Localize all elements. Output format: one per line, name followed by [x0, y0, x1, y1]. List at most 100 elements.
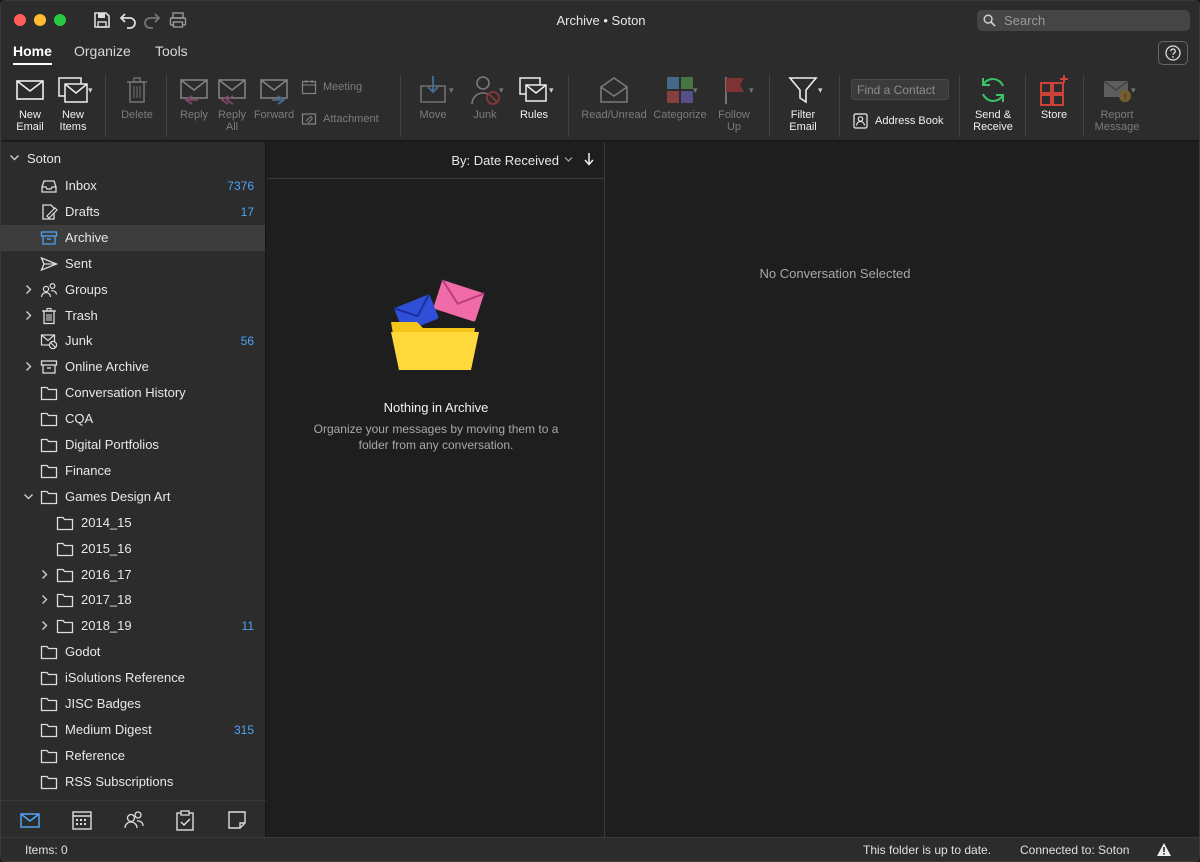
chevron-right-icon[interactable]: [39, 569, 50, 580]
help-button[interactable]: [1158, 41, 1188, 65]
folder-item-online-archive[interactable]: Online Archive: [1, 354, 265, 380]
reply-button[interactable]: Reply: [176, 73, 212, 121]
notes-icon[interactable]: [226, 809, 248, 831]
new-email-button[interactable]: New Email: [11, 73, 49, 133]
junk-button[interactable]: Junk: [465, 73, 505, 121]
report-message-button[interactable]: ! Report Message: [1091, 73, 1143, 133]
chevron-right-icon[interactable]: [23, 284, 34, 295]
delete-button[interactable]: Delete: [117, 73, 157, 121]
folder-item-isolutions-reference[interactable]: iSolutions Reference: [1, 665, 265, 691]
minimize-window-button[interactable]: [34, 14, 46, 26]
folder-item-finance[interactable]: Finance: [1, 458, 265, 484]
tab-home[interactable]: Home: [13, 43, 52, 65]
print-icon[interactable]: [169, 11, 187, 29]
folder-item-cqa[interactable]: CQA: [1, 406, 265, 432]
categorize-dropdown-icon[interactable]: ▾: [693, 85, 698, 96]
folder-name: JISC Badges: [65, 696, 141, 711]
undo-icon[interactable]: [119, 11, 137, 29]
new-items-button[interactable]: New Items: [53, 73, 93, 133]
folder-item-drafts[interactable]: Drafts 17: [1, 199, 265, 225]
ribbon: New Email New Items ▾ Delete Reply Reply…: [1, 67, 1199, 141]
report-message-label: Report Message: [1094, 109, 1140, 133]
reply-all-button[interactable]: Reply All: [214, 73, 250, 133]
tab-tools[interactable]: Tools: [155, 43, 188, 59]
chevron-down-icon[interactable]: [23, 491, 34, 502]
folder-item-groups[interactable]: Groups: [1, 277, 265, 303]
chevron-right-icon[interactable]: [39, 620, 50, 631]
junk-dropdown-icon[interactable]: ▾: [499, 85, 504, 96]
send-receive-button[interactable]: Send & Receive: [969, 73, 1017, 133]
folder-item-trash[interactable]: Trash: [1, 303, 265, 329]
warning-icon[interactable]: [1156, 842, 1172, 857]
chevron-down-icon[interactable]: [564, 155, 573, 164]
empty-state-title: Nothing in Archive: [383, 400, 489, 415]
tab-organize[interactable]: Organize: [74, 43, 131, 59]
folder-item-godot[interactable]: Godot: [1, 639, 265, 665]
folder-icon: [56, 514, 74, 532]
reply-all-icon: [215, 73, 249, 107]
store-button[interactable]: Store: [1035, 73, 1073, 121]
folder-item-games-design-art[interactable]: Games Design Art: [1, 484, 265, 510]
chevron-right-icon[interactable]: [39, 594, 50, 605]
folder-item-medium-digest[interactable]: Medium Digest 315: [1, 717, 265, 743]
folder-item-inbox[interactable]: Inbox 7376: [1, 173, 265, 199]
folder-item-2015-16[interactable]: 2015_16: [1, 536, 265, 562]
meeting-button[interactable]: Meeting: [301, 79, 362, 95]
read-unread-button[interactable]: Read/Unread: [579, 73, 649, 121]
address-book-button[interactable]: Address Book: [853, 113, 943, 129]
report-message-dropdown-icon[interactable]: ▾: [1131, 85, 1136, 96]
chevron-right-icon[interactable]: [23, 310, 34, 321]
redo-icon[interactable]: [143, 11, 161, 29]
chevron-down-icon[interactable]: [9, 152, 20, 163]
folder-icon: [40, 695, 58, 713]
folder-icon: [40, 669, 58, 687]
folder-item-archive[interactable]: Archive: [1, 224, 265, 251]
rules-dropdown-icon[interactable]: ▾: [549, 85, 554, 96]
folder-icon: [40, 721, 58, 739]
calendar-icon[interactable]: [71, 809, 93, 831]
find-contact-input[interactable]: [851, 79, 949, 100]
maximize-window-button[interactable]: [54, 14, 66, 26]
meeting-label: Meeting: [323, 81, 363, 93]
store-label: Store: [1040, 109, 1068, 121]
forward-button[interactable]: Forward: [253, 73, 295, 121]
chevron-right-icon[interactable]: [23, 361, 34, 372]
move-button[interactable]: Move: [413, 73, 453, 121]
folder-item-junk[interactable]: Junk 56: [1, 328, 265, 354]
title-bar: Archive • Soton: [1, 1, 1199, 39]
search-input[interactable]: [1004, 13, 1174, 28]
close-window-button[interactable]: [14, 14, 26, 26]
unread-count: 11: [241, 619, 254, 634]
folder-item-2017-18[interactable]: 2017_18: [1, 587, 265, 613]
folder-item-digital-portfolios[interactable]: Digital Portfolios: [1, 432, 265, 458]
categorize-button[interactable]: Categorize: [651, 73, 709, 121]
attachment-button[interactable]: Attachment: [301, 111, 379, 127]
folder-name: RSS Subscriptions: [65, 773, 174, 789]
folder-item-2014-15[interactable]: 2014_15: [1, 510, 265, 536]
folder-item-conversation-history[interactable]: Conversation History: [1, 380, 265, 406]
categorize-icon: [663, 73, 697, 107]
folder-item-rss-subscriptions[interactable]: RSS Subscriptions: [1, 769, 265, 795]
folder-item-jisc-badges[interactable]: JISC Badges: [1, 691, 265, 717]
folder-item-sent[interactable]: Sent: [1, 251, 265, 277]
search-box[interactable]: [977, 10, 1190, 31]
folder-item-2018-19[interactable]: 2018_19 11: [1, 613, 265, 639]
filter-email-button[interactable]: Filter Email: [781, 73, 825, 133]
archive-icon: [40, 358, 58, 376]
envelope-icon: [13, 73, 47, 107]
follow-up-dropdown-icon[interactable]: ▾: [749, 85, 754, 96]
sort-direction-icon[interactable]: [583, 152, 595, 166]
follow-up-button[interactable]: Follow Up: [714, 73, 754, 133]
folder-item-reference[interactable]: Reference: [1, 743, 265, 769]
folder-item-2016-17[interactable]: 2016_17: [1, 562, 265, 588]
rules-button[interactable]: Rules: [513, 73, 555, 121]
empty-state-description: Organize your messages by moving them to…: [313, 422, 559, 452]
tasks-icon[interactable]: [174, 809, 196, 831]
save-icon[interactable]: [93, 11, 111, 29]
sort-by-dropdown[interactable]: By: Date Received: [451, 153, 559, 168]
mail-icon[interactable]: [19, 809, 41, 831]
filter-email-dropdown-icon[interactable]: ▾: [818, 85, 823, 96]
move-dropdown-icon[interactable]: ▾: [449, 85, 454, 96]
new-items-dropdown-icon[interactable]: ▾: [88, 85, 93, 96]
people-icon[interactable]: [123, 809, 145, 831]
